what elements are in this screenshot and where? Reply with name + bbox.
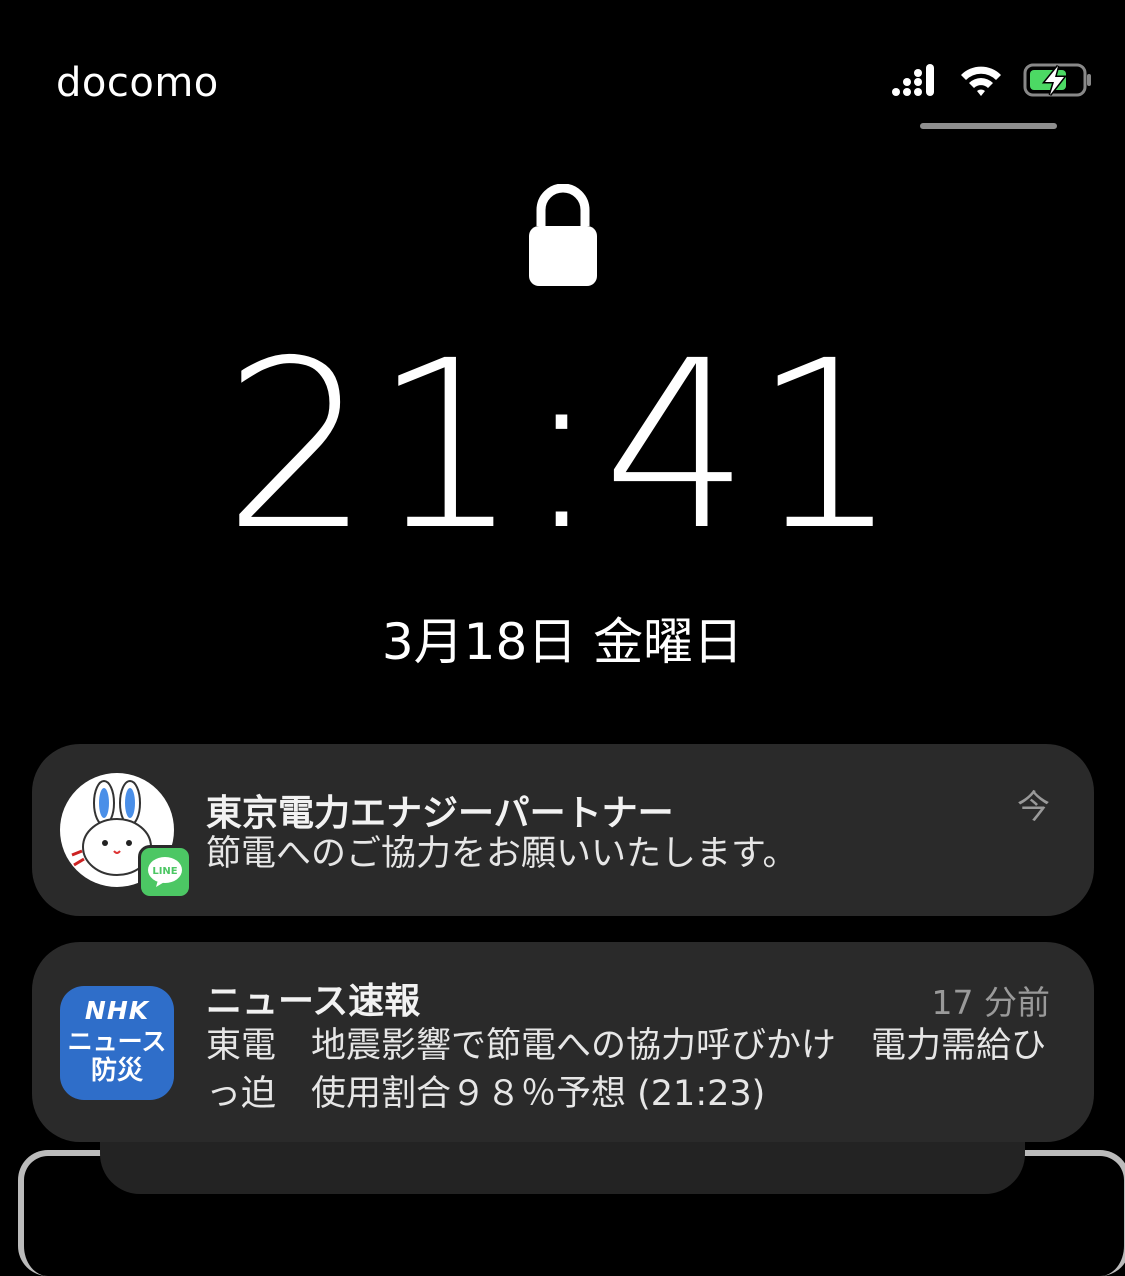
carrier-name: docomo [56, 60, 219, 106]
notification-time: 17 分前 [931, 983, 1050, 1022]
line-app-icon: LINE [138, 845, 192, 899]
notification-title: 東京電力エナジーパートナー [206, 793, 674, 834]
notification-nhk[interactable]: NHK ニュース 防災 ニュース速報 17 分前 東電 地震影響で節電への協力呼… [32, 942, 1094, 1142]
nhk-icon-line-1: NHK [84, 996, 150, 1025]
control-center-indicator[interactable] [920, 123, 1057, 129]
notification-time: 今 [1017, 787, 1050, 826]
notification-app-icon: LINE [60, 773, 192, 899]
wifi-icon [957, 63, 1005, 101]
notification-body: 東電 地震影響で節電への協力呼びかけ 電力需給ひっ迫 使用割合９８％予想 (21… [206, 1026, 1047, 1114]
lock-screen-time: 21:41 [223, 311, 902, 581]
nhk-icon-line-3: 防災 [90, 1056, 143, 1086]
line-badge-text: LINE [152, 866, 177, 877]
notification-body: 節電へのご協力をお願いいたします。 [206, 834, 798, 874]
notification-line[interactable]: LINE 東京電力エナジーパートナー 今 節電へのご協力をお願いいたします。 [32, 744, 1094, 916]
status-icons [891, 62, 1093, 102]
battery-charging-icon [1023, 62, 1093, 102]
nhk-news-bousai-icon: NHK ニュース 防災 [60, 986, 174, 1100]
lock-icon [527, 183, 599, 292]
lock-screen-date: 3月18日 金曜日 [381, 613, 744, 671]
nhk-icon-line-2: ニュース [67, 1027, 167, 1056]
notification-app-icon: NHK ニュース 防災 [60, 986, 174, 1100]
notification-title: ニュース速報 [206, 981, 421, 1022]
cellular-signal-icon [891, 63, 939, 101]
